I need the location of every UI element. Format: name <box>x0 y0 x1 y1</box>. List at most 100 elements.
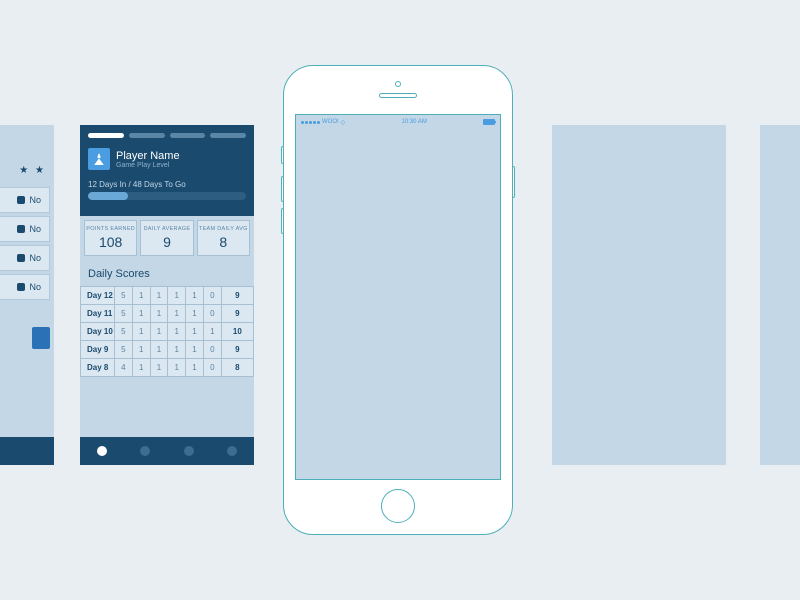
table-cell: Day 8 <box>81 359 115 377</box>
table-cell: 5 <box>115 323 133 341</box>
status-time: 10:30 AM <box>401 119 426 125</box>
submit-button[interactable] <box>32 327 50 349</box>
volume-up-button <box>281 176 283 202</box>
table-cell: 1 <box>186 305 204 323</box>
header-tab[interactable] <box>170 133 206 138</box>
wireframe-screen-blank <box>760 125 800 465</box>
stat-value: 8 <box>198 234 249 250</box>
table-cell: Day 9 <box>81 341 115 359</box>
table-cell: 1 <box>168 359 186 377</box>
header-tab[interactable] <box>129 133 165 138</box>
wireframe-screen-player-stats: Player Name Game Play Level 12 Days In /… <box>80 125 254 465</box>
table-cell: 1 <box>150 287 168 305</box>
phone-speaker <box>379 93 417 98</box>
table-row: Day 84111108 <box>81 359 254 377</box>
table-cell: 1 <box>132 359 150 377</box>
table-cell: 1 <box>150 341 168 359</box>
thumbs-down-icon <box>17 254 25 262</box>
stat-card: POINTS EARNED 108 <box>84 220 137 256</box>
header-tab[interactable] <box>88 133 124 138</box>
avatar-icon <box>88 148 110 170</box>
table-cell: 0 <box>203 287 221 305</box>
table-cell: 1 <box>186 341 204 359</box>
table-cell: 1 <box>150 359 168 377</box>
table-cell: 1 <box>132 323 150 341</box>
table-cell: 1 <box>168 323 186 341</box>
table-row: Day 1051111110 <box>81 323 254 341</box>
table-cell: 0 <box>203 359 221 377</box>
progress-bar-fill <box>88 192 128 200</box>
tab-dot[interactable] <box>227 446 237 456</box>
table-cell: 9 <box>221 341 253 359</box>
stats-row: POINTS EARNED 108 DAILY AVERAGE 9 TEAM D… <box>80 216 254 260</box>
header-tab[interactable] <box>210 133 246 138</box>
table-cell: 9 <box>221 305 253 323</box>
phone-mockup: WOO! ◇ 10:30 AM <box>283 65 513 535</box>
stat-label: DAILY AVERAGE <box>141 226 192 232</box>
stat-label: POINTS EARNED <box>85 226 136 232</box>
table-row: Day 115111109 <box>81 305 254 323</box>
table-cell: 1 <box>150 323 168 341</box>
table-cell: 1 <box>168 287 186 305</box>
phone-screen: WOO! ◇ 10:30 AM <box>295 114 501 480</box>
tab-dot[interactable] <box>97 446 107 456</box>
table-cell: 1 <box>186 287 204 305</box>
tab-bar <box>0 437 54 465</box>
table-cell: 1 <box>203 323 221 341</box>
stat-card: DAILY AVERAGE 9 <box>140 220 193 256</box>
header-tabs <box>88 133 246 138</box>
table-cell: 1 <box>168 341 186 359</box>
table-cell: 1 <box>132 305 150 323</box>
stat-value: 108 <box>85 234 136 250</box>
tab-dot[interactable] <box>184 446 194 456</box>
answer-label: No <box>29 253 41 263</box>
tab-dot[interactable] <box>140 446 150 456</box>
stat-card: TEAM DAILY AVG 8 <box>197 220 250 256</box>
table-cell: 1 <box>168 305 186 323</box>
table-cell: 1 <box>132 341 150 359</box>
table-cell: 0 <box>203 341 221 359</box>
table-cell: 1 <box>186 323 204 341</box>
answer-label: No <box>29 282 41 292</box>
status-bar: WOO! ◇ 10:30 AM <box>296 115 500 129</box>
table-cell: 0 <box>203 305 221 323</box>
progress-label: 12 Days In / 48 Days To Go <box>88 180 246 189</box>
daily-scores-table: Day 125111109Day 115111109Day 1051111110… <box>80 286 254 377</box>
wifi-icon: ◇ <box>341 119 346 126</box>
answer-label: No <box>29 195 41 205</box>
table-row: Day 125111109 <box>81 287 254 305</box>
thumbs-down-icon <box>17 196 25 204</box>
battery-icon <box>483 119 495 125</box>
table-cell: 1 <box>132 287 150 305</box>
stat-value: 9 <box>141 234 192 250</box>
table-cell: 4 <box>115 359 133 377</box>
table-cell: 5 <box>115 305 133 323</box>
carrier-label: WOO! <box>322 119 339 125</box>
player-level: Game Play Level <box>116 162 180 169</box>
table-cell: 8 <box>221 359 253 377</box>
thumbs-down-icon <box>17 225 25 233</box>
table-cell: Day 12 <box>81 287 115 305</box>
power-button <box>513 166 515 198</box>
wireframe-screen-questions: ★ ★ No No No No <box>0 125 54 465</box>
signal-dots-icon <box>301 121 320 124</box>
table-row: Day 95111109 <box>81 341 254 359</box>
progress-bar <box>88 192 246 200</box>
stat-label: TEAM DAILY AVG <box>198 226 249 232</box>
volume-down-button <box>281 208 283 234</box>
tab-bar <box>80 437 254 465</box>
answer-row[interactable]: No <box>0 245 50 271</box>
player-name: Player Name <box>116 150 180 162</box>
star-rating: ★ ★ <box>0 159 54 184</box>
table-cell: 9 <box>221 287 253 305</box>
answer-row[interactable]: No <box>0 187 50 213</box>
daily-scores-title: Daily Scores <box>80 260 254 286</box>
mute-switch <box>281 146 283 164</box>
phone-camera <box>395 81 401 87</box>
answer-row[interactable]: No <box>0 274 50 300</box>
wireframe-screen-blank <box>552 125 726 465</box>
stats-header: Player Name Game Play Level 12 Days In /… <box>80 125 254 216</box>
table-cell: Day 11 <box>81 305 115 323</box>
answer-row[interactable]: No <box>0 216 50 242</box>
home-button[interactable] <box>381 489 415 523</box>
